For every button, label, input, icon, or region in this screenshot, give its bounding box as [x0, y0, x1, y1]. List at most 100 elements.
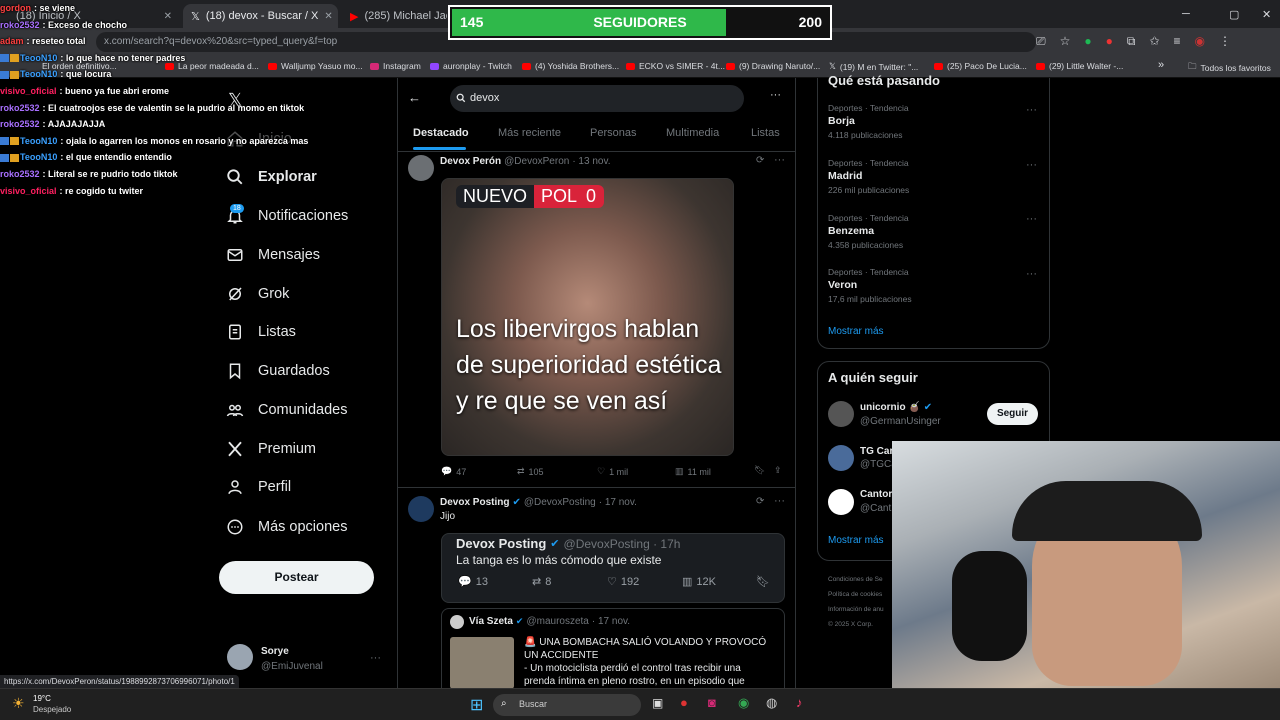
trend-item[interactable]: Deportes · Tendencia Veron 17,6 mil publ…	[828, 267, 912, 304]
account-name[interactable]: Sorye	[261, 646, 289, 657]
chat-message: roko2532: Literal se re pudrio todo tikt…	[0, 166, 340, 183]
minimize-icon[interactable]: ─	[1182, 8, 1190, 20]
trend-menu-icon[interactable]: ···	[1026, 213, 1037, 225]
trend-category: Deportes · Tendencia	[828, 103, 909, 113]
start-icon[interactable]: ⊞	[470, 695, 483, 715]
bookmark-3[interactable]: Instagram	[370, 61, 421, 71]
bookmark-5[interactable]: (4) Yoshida Brothers...	[522, 61, 619, 71]
search-query: devox	[470, 92, 500, 104]
suggestion-name[interactable]: Cantor	[860, 489, 892, 500]
follow-button[interactable]: Seguir	[987, 403, 1038, 425]
bookmark-7[interactable]: (9) Drawing Naruto/...	[726, 61, 820, 71]
divider	[398, 151, 795, 152]
tab-listas[interactable]: Listas	[751, 127, 780, 139]
tab-personas[interactable]: Personas	[590, 127, 636, 139]
close-window-icon[interactable]: ✕	[1262, 8, 1271, 21]
account-menu-icon[interactable]: ···	[370, 652, 381, 664]
avatar[interactable]	[828, 401, 854, 427]
bookmark-10[interactable]: (29) Little Walter -...	[1036, 61, 1123, 71]
trend-menu-icon[interactable]: ···	[1026, 104, 1037, 116]
post-date[interactable]: · 17 nov.	[599, 497, 637, 508]
footer-link[interactable]: Información de anu	[828, 602, 884, 617]
bookmark-8[interactable]: 𝕏 (19) M en Twitter: "...	[829, 61, 918, 72]
bookmark-label: (4) Yoshida Brothers...	[535, 61, 620, 71]
trend-item[interactable]: Deportes · Tendencia Madrid 226 mil publ…	[828, 158, 909, 195]
nav-comunidades[interactable]: Comunidades	[226, 401, 347, 419]
app-icon[interactable]: ●	[680, 695, 688, 710]
quoted-post[interactable]: Devox Posting ✔ @DevoxPosting · 17h La t…	[441, 533, 785, 603]
quoted-post-2[interactable]: Vía Szeta ✔ @mauroszeta · 17 nov. 🚨 UNA …	[441, 608, 785, 689]
grok-icon[interactable]: ⟳	[756, 155, 764, 166]
post-image[interactable]: NUEVO POL 0 Los libervirgos hablan de su…	[441, 178, 734, 456]
footer-link[interactable]: Condiciones de Se	[828, 572, 884, 587]
bookmark-6[interactable]: ECKO vs SIMER - 4t...	[626, 61, 725, 71]
extensions-icon[interactable]: ⧉	[1127, 34, 1136, 49]
trend-item[interactable]: Deportes · Tendencia Benzema 4.358 publi…	[828, 213, 909, 250]
trend-menu-icon[interactable]: ···	[1026, 268, 1037, 280]
nav-listas[interactable]: Listas	[226, 323, 296, 341]
like-button[interactable]: ♡ 1 mil	[597, 466, 628, 477]
all-bookmarks[interactable]: 🗀 Todos los favoritos	[1188, 61, 1271, 75]
suggestion-name[interactable]: TG Car	[860, 446, 893, 457]
taskbar-search[interactable]: Buscar	[493, 694, 641, 716]
obs-icon[interactable]: ◍	[766, 695, 777, 711]
task-view-icon[interactable]: ▣	[652, 696, 663, 710]
post-date[interactable]: · 13 nov.	[572, 156, 610, 167]
avatar[interactable]	[227, 644, 253, 670]
chrome-icon[interactable]: ◉	[738, 695, 749, 711]
post-menu-icon[interactable]: ···	[774, 154, 785, 166]
nav-mas-opciones[interactable]: Más opciones	[226, 518, 347, 536]
avatar[interactable]	[408, 496, 434, 522]
star-icon[interactable]: ☆	[1060, 34, 1071, 49]
nav-mensajes[interactable]: Mensajes	[226, 246, 320, 264]
tab-youtube[interactable]: ▶ (285) Michael Jackson -	[342, 4, 447, 28]
more-bookmarks-icon[interactable]: »	[1158, 59, 1164, 71]
back-arrow-icon[interactable]: ←	[408, 90, 421, 105]
nav-notificaciones[interactable]: Notificaciones	[226, 207, 348, 225]
nav-perfil[interactable]: Perfil	[226, 478, 291, 496]
tab-multimedia[interactable]: Multimedia	[666, 127, 719, 139]
weather-temp[interactable]: 19°C	[33, 694, 51, 703]
search-input[interactable]: devox	[450, 85, 744, 112]
bookmark-star-icon[interactable]: ✩	[1149, 34, 1159, 49]
trend-menu-icon[interactable]: ···	[1026, 159, 1037, 171]
nav-premium[interactable]: Premium	[226, 440, 316, 458]
cast-icon[interactable]: ⎚	[1036, 34, 1046, 49]
tiktok-icon[interactable]: ♪	[796, 695, 803, 710]
who-show-more[interactable]: Mostrar más	[828, 535, 884, 546]
bookmark-4[interactable]: auronplay - Twitch	[430, 61, 512, 71]
views-button[interactable]: ▥ 11 mil	[675, 466, 711, 477]
tab-destacado[interactable]: Destacado	[413, 127, 469, 139]
maximize-icon[interactable]: ▢	[1229, 8, 1239, 21]
bookmark-icon[interactable]: 🔖︎	[754, 465, 765, 476]
extension-red-icon[interactable]: ●	[1106, 34, 1113, 49]
profile-avatar[interactable]: ◉	[1195, 34, 1205, 49]
trends-show-more[interactable]: Mostrar más	[828, 326, 884, 337]
extension-green-icon[interactable]: ●	[1084, 34, 1091, 49]
avatar[interactable]	[828, 489, 854, 515]
avatar[interactable]	[408, 155, 434, 181]
nav-guardados[interactable]: Guardados	[226, 362, 330, 380]
nav-label: Mensajes	[258, 247, 321, 263]
repost-button[interactable]: ⇄ 105	[517, 466, 544, 477]
post-button[interactable]: Postear	[219, 561, 374, 594]
post-menu-icon[interactable]: ···	[774, 495, 785, 507]
who-to-follow-title: A quién seguir	[828, 370, 918, 385]
footer-link[interactable]: Política de cookies	[828, 587, 884, 602]
nav-grok[interactable]: Grok	[226, 285, 289, 303]
author-name[interactable]: Devox Posting	[440, 497, 509, 508]
avatar[interactable]	[828, 445, 854, 471]
tab-mas-reciente[interactable]: Más reciente	[498, 127, 561, 139]
trend-item[interactable]: Deportes · Tendencia Borja 4.118 publica…	[828, 103, 909, 140]
search-options-icon[interactable]: ···	[770, 89, 781, 101]
reply-button[interactable]: 💬 47	[441, 466, 466, 477]
bookmark-label: (29) Little Walter -...	[1049, 61, 1124, 71]
author-name[interactable]: Devox Perón	[440, 156, 501, 167]
instagram-icon[interactable]: ◙	[708, 695, 716, 710]
share-icon[interactable]: ⇪	[774, 465, 782, 476]
menu-kebab-icon[interactable]: ⋮	[1219, 34, 1231, 49]
media-icon[interactable]: ≡	[1174, 34, 1181, 49]
bookmark-9[interactable]: (25) Paco De Lucia...	[934, 61, 1027, 71]
suggestion-name[interactable]: unicornio 🧉 ✔	[860, 402, 932, 413]
grok-icon[interactable]: ⟳	[756, 496, 764, 507]
